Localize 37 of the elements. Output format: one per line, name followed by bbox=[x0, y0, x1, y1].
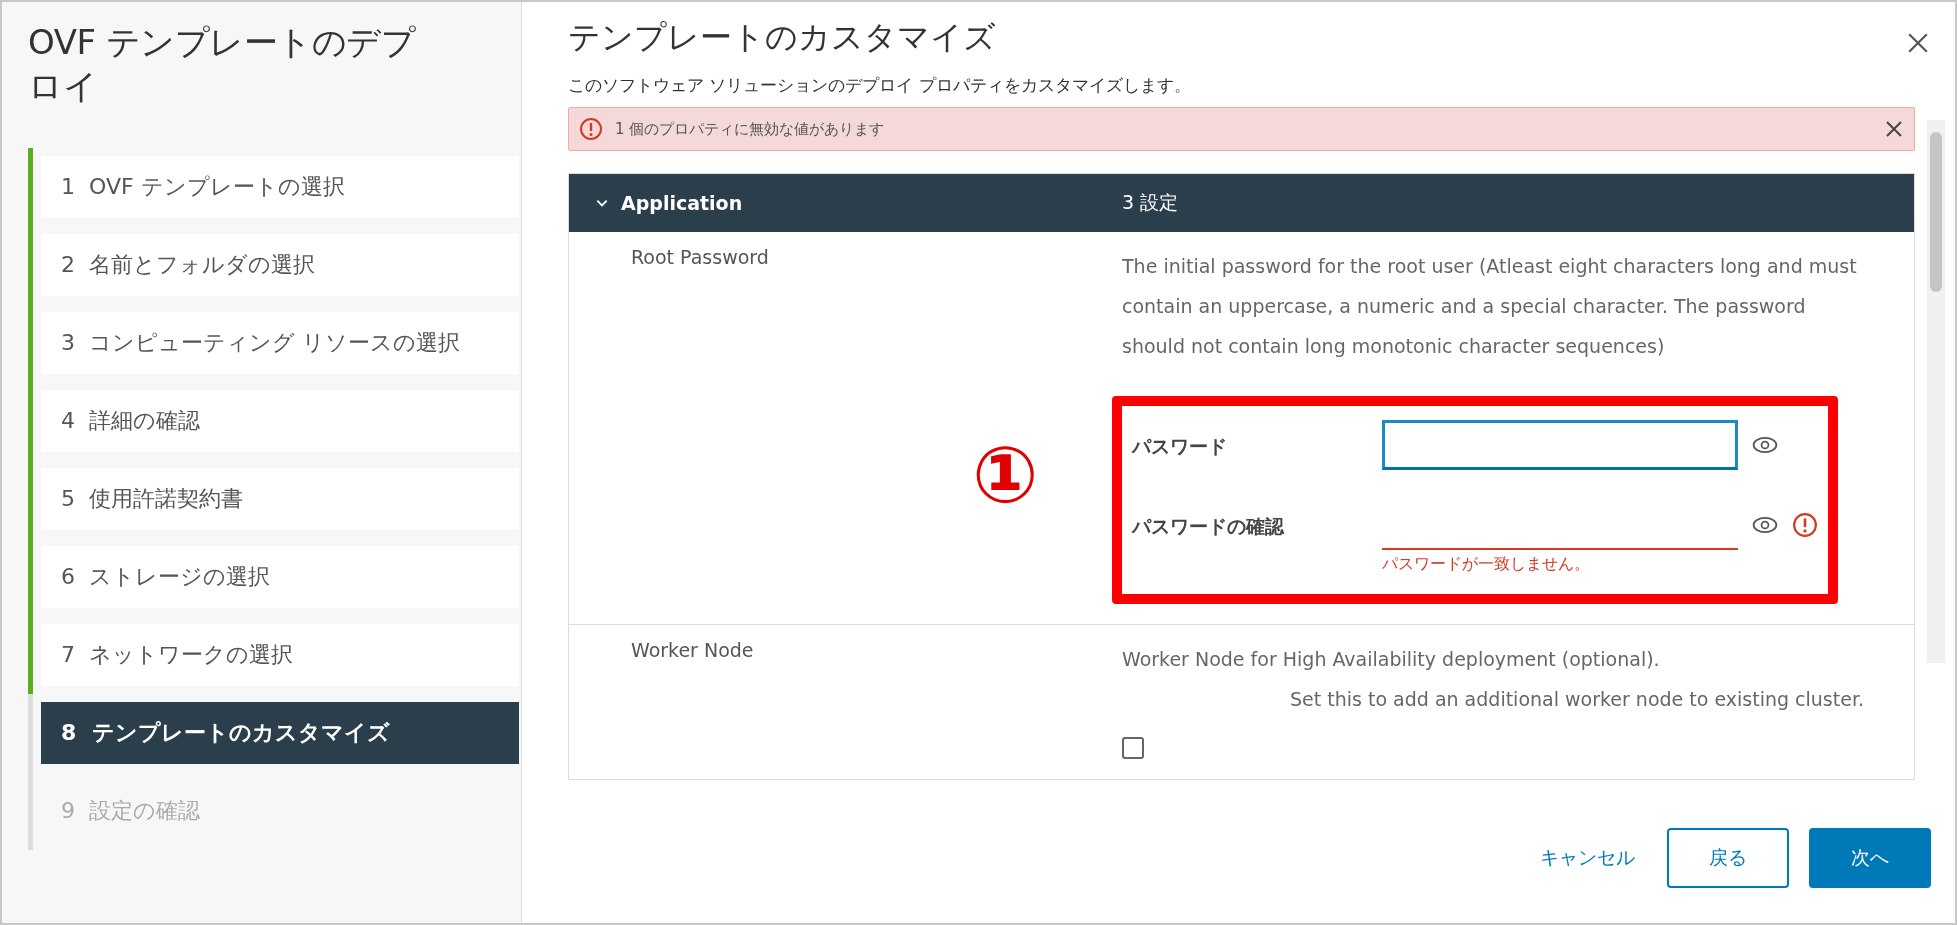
eye-icon[interactable] bbox=[1752, 436, 1778, 454]
group-header[interactable]: Application 3 設定 bbox=[569, 174, 1914, 232]
scrollbar[interactable] bbox=[1927, 120, 1945, 663]
scrollbar-thumb[interactable] bbox=[1930, 132, 1942, 292]
step-item[interactable]: 4 詳細の確認 bbox=[41, 390, 519, 452]
password-field[interactable] bbox=[1382, 420, 1738, 470]
step-item[interactable]: 6 ストレージの選択 bbox=[41, 546, 519, 608]
setting-count: 3 設定 bbox=[1122, 190, 1179, 215]
property-description: Set this to add an additional worker node to existing cluster. bbox=[1289, 687, 1864, 712]
group-name: Application bbox=[621, 192, 743, 214]
checkbox[interactable] bbox=[1122, 737, 1144, 759]
step-item[interactable]: 5 使用許諾契約書 bbox=[41, 468, 519, 530]
close-icon[interactable] bbox=[1907, 32, 1929, 54]
error-icon bbox=[1792, 512, 1818, 538]
step-item[interactable]: 3 コンピューティング リソースの選択 bbox=[41, 312, 519, 374]
back-button[interactable]: 戻る bbox=[1667, 828, 1789, 888]
step-item[interactable]: 8 テンプレートのカスタマイズ bbox=[41, 702, 519, 764]
page-description: このソフトウェア ソリューションのデプロイ プロパティをカスタマイズします。 bbox=[568, 74, 1192, 97]
alert-message: 1 個のプロパティに無効な値があります bbox=[615, 119, 886, 139]
step-item[interactable]: 1 OVF テンプレートの選択 bbox=[41, 156, 519, 218]
property-label: Worker Node bbox=[630, 639, 755, 661]
annotation-number: ① bbox=[972, 436, 1039, 514]
step-item[interactable]: 2 名前とフォルダの選択 bbox=[41, 234, 519, 296]
next-button[interactable]: 次へ bbox=[1809, 828, 1931, 888]
field-label: パスワードの確認 bbox=[1132, 514, 1286, 539]
page-title: テンプレートのカスタマイズ bbox=[568, 17, 996, 58]
eye-icon[interactable] bbox=[1752, 516, 1778, 534]
field-label: パスワード bbox=[1132, 434, 1228, 459]
property-label: Root Password bbox=[630, 246, 770, 268]
property-description: The initial password for the root user (Atleast eight characters long and must contain an uppercase, a numeric and a special character. The password should not contain long monotonic character sequences) bbox=[1122, 254, 1858, 359]
error-icon bbox=[579, 117, 603, 141]
close-icon[interactable] bbox=[1884, 119, 1904, 139]
error-message: パスワードが一致しません。 bbox=[1382, 554, 1591, 575]
wizard-title: OVF テンプレートのデプロイ bbox=[28, 21, 417, 108]
property-description: Worker Node for High Availability deployment (optional). bbox=[1122, 647, 1661, 672]
step-item[interactable]: 7 ネットワークの選択 bbox=[41, 624, 519, 686]
cancel-link[interactable]: キャンセル bbox=[1528, 828, 1647, 888]
